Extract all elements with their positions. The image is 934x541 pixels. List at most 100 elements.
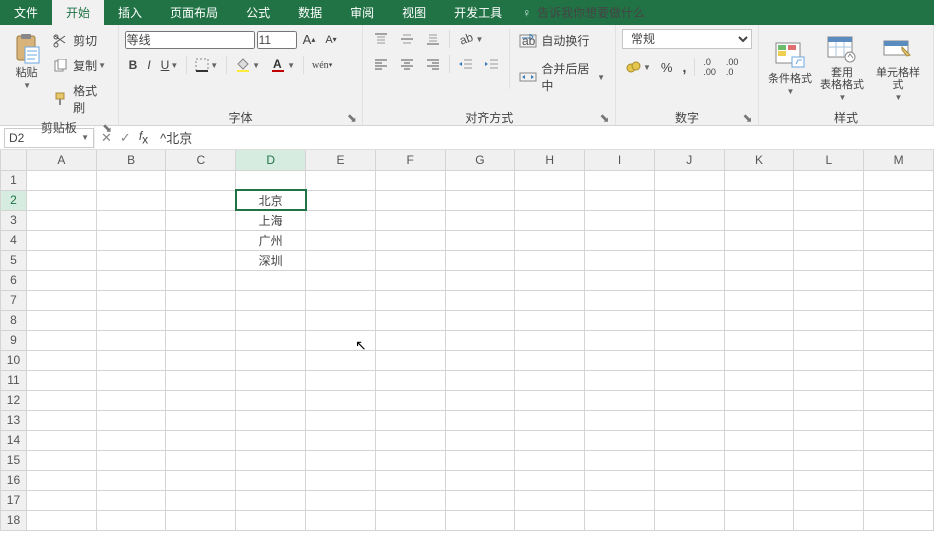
cell[interactable] (306, 430, 376, 450)
cell[interactable] (236, 330, 306, 350)
font-name-select[interactable] (125, 31, 255, 49)
fx-icon[interactable]: fx (139, 128, 148, 147)
cell[interactable] (724, 410, 794, 430)
cell[interactable] (654, 510, 724, 530)
cell[interactable] (236, 510, 306, 530)
cell[interactable] (445, 450, 515, 470)
cell[interactable] (96, 430, 166, 450)
cell[interactable] (166, 310, 236, 330)
cell[interactable] (166, 490, 236, 510)
row-header[interactable]: 1 (1, 170, 27, 190)
cell[interactable] (585, 490, 655, 510)
tab-review[interactable]: 审阅 (336, 0, 388, 25)
cell[interactable] (375, 510, 445, 530)
cell[interactable] (166, 470, 236, 490)
cell[interactable] (26, 370, 96, 390)
cell[interactable] (654, 190, 724, 210)
cell[interactable] (585, 230, 655, 250)
cell[interactable] (515, 450, 585, 470)
cell[interactable] (166, 210, 236, 230)
cell[interactable] (515, 350, 585, 370)
tab-home[interactable]: 开始 (52, 0, 104, 25)
cell[interactable] (96, 190, 166, 210)
row-header[interactable]: 2 (1, 190, 27, 210)
cell[interactable] (515, 270, 585, 290)
format-painter-button[interactable]: 格式刷 (49, 79, 112, 119)
cell[interactable] (864, 410, 934, 430)
cell[interactable] (166, 270, 236, 290)
cell[interactable] (794, 230, 864, 250)
cell[interactable] (166, 170, 236, 190)
cell[interactable] (306, 290, 376, 310)
column-header[interactable]: D (236, 150, 306, 170)
cell[interactable] (236, 370, 306, 390)
row-header[interactable]: 10 (1, 350, 27, 370)
cell[interactable] (864, 430, 934, 450)
tab-data[interactable]: 数据 (284, 0, 336, 25)
cell[interactable] (515, 510, 585, 530)
cell[interactable] (654, 470, 724, 490)
cell[interactable] (96, 370, 166, 390)
cell[interactable] (306, 450, 376, 470)
tell-me[interactable]: ♀ 告诉我你想要做什么 (522, 0, 645, 25)
column-header[interactable]: L (794, 150, 864, 170)
cell[interactable] (96, 410, 166, 430)
number-format-select[interactable]: 常规 (622, 29, 752, 49)
cell[interactable] (585, 290, 655, 310)
row-header[interactable]: 3 (1, 210, 27, 230)
cell[interactable] (585, 390, 655, 410)
cell[interactable] (375, 490, 445, 510)
cell[interactable] (96, 270, 166, 290)
cell[interactable] (724, 170, 794, 190)
cell[interactable] (724, 450, 794, 470)
cell[interactable] (166, 250, 236, 270)
dialog-launcher-icon[interactable]: ⬊ (598, 111, 611, 124)
cell[interactable] (236, 490, 306, 510)
cell[interactable] (794, 290, 864, 310)
cell[interactable] (515, 430, 585, 450)
tab-insert[interactable]: 插入 (104, 0, 156, 25)
cell[interactable] (166, 370, 236, 390)
cell[interactable] (306, 210, 376, 230)
cell[interactable] (864, 490, 934, 510)
cell[interactable] (654, 170, 724, 190)
cell[interactable] (864, 170, 934, 190)
cell[interactable] (375, 470, 445, 490)
cell[interactable] (96, 170, 166, 190)
grow-font-button[interactable]: A▴ (299, 29, 320, 50)
cell[interactable] (585, 270, 655, 290)
cell[interactable] (445, 390, 515, 410)
cell[interactable] (375, 450, 445, 470)
column-header[interactable]: E (306, 150, 376, 170)
cell[interactable] (445, 170, 515, 190)
cell[interactable] (794, 190, 864, 210)
cell[interactable] (26, 470, 96, 490)
cell[interactable] (375, 350, 445, 370)
cell[interactable] (794, 170, 864, 190)
dialog-launcher-icon[interactable]: ⬊ (101, 121, 114, 134)
cell[interactable] (26, 250, 96, 270)
cell[interactable] (515, 230, 585, 250)
cell[interactable] (306, 510, 376, 530)
align-top-button[interactable] (369, 29, 393, 49)
cell[interactable] (585, 370, 655, 390)
cell[interactable] (306, 170, 376, 190)
cell[interactable] (794, 410, 864, 430)
cell[interactable] (654, 450, 724, 470)
cell[interactable] (864, 310, 934, 330)
outdent-button[interactable] (454, 54, 478, 74)
cell[interactable] (864, 270, 934, 290)
cell[interactable] (515, 290, 585, 310)
cell[interactable] (236, 410, 306, 430)
cell[interactable] (96, 290, 166, 310)
percent-button[interactable]: % (657, 57, 677, 78)
cell[interactable] (515, 190, 585, 210)
cell[interactable] (306, 490, 376, 510)
cell[interactable] (864, 370, 934, 390)
cell[interactable] (236, 450, 306, 470)
cell[interactable] (724, 310, 794, 330)
cell[interactable] (375, 170, 445, 190)
cell[interactable] (585, 330, 655, 350)
cell[interactable] (445, 250, 515, 270)
copy-button[interactable]: 复制▼ (49, 54, 112, 77)
